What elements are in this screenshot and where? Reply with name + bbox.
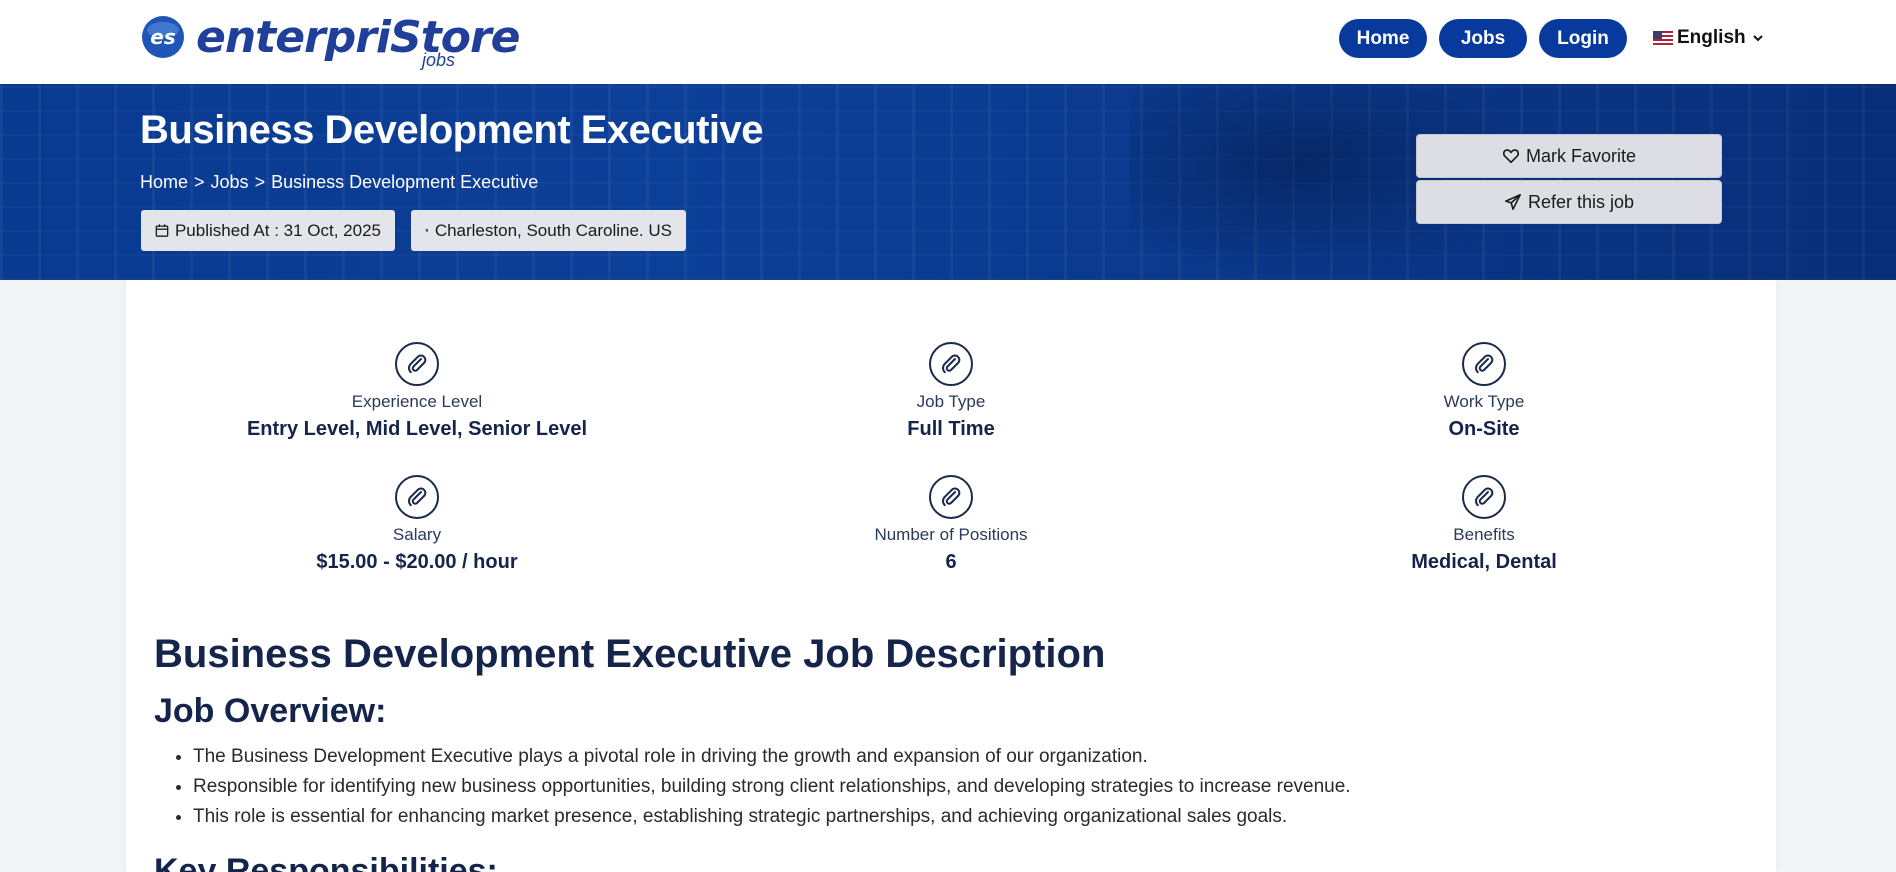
heart-icon xyxy=(1502,149,1520,164)
paper-plane-icon xyxy=(1504,193,1521,211)
location-badge: Charleston, South Caroline. US xyxy=(411,210,686,251)
attribute-value: On-Site xyxy=(1448,418,1520,440)
attribute-value: 6 xyxy=(945,551,957,573)
breadcrumb-separator: > xyxy=(254,172,266,192)
breadcrumb-current: Business Development Executive xyxy=(271,172,539,192)
brand-subtitle: jobs xyxy=(422,50,456,70)
attribute-job-type: Job Type Full Time xyxy=(751,342,1151,441)
attribute-value: Full Time xyxy=(907,418,995,440)
list-item: This role is essential for enhancing mar… xyxy=(193,804,1351,834)
paperclip-icon xyxy=(929,342,973,386)
map-pin-icon xyxy=(425,228,429,233)
language-selector[interactable]: English xyxy=(1653,27,1764,49)
paperclip-icon xyxy=(929,475,973,519)
breadcrumb: Home > Jobs > Business Development Execu… xyxy=(140,172,538,193)
attribute-label: Job Type xyxy=(916,392,986,411)
language-label: English xyxy=(1677,27,1746,48)
nav-login-button[interactable]: Login xyxy=(1539,19,1627,58)
mark-favorite-button[interactable]: Mark Favorite xyxy=(1416,134,1722,178)
breadcrumb-separator: > xyxy=(194,172,205,192)
refer-job-button[interactable]: Refer this job xyxy=(1416,180,1722,224)
attribute-number-of-positions: Number of Positions 6 xyxy=(751,475,1151,574)
job-description-heading: Business Development Executive Job Descr… xyxy=(154,632,1106,676)
paperclip-icon xyxy=(395,475,439,519)
attribute-label: Benefits xyxy=(1453,525,1515,544)
attribute-value: $15.00 - $20.00 / hour xyxy=(316,551,518,573)
list-item: Responsible for identifying new business… xyxy=(193,774,1351,804)
top-navbar: es enterpriStore jobs Home Jobs Login En… xyxy=(0,0,1896,84)
key-responsibilities-heading: Key Responsibilities: xyxy=(154,852,498,872)
attribute-label: Number of Positions xyxy=(874,525,1028,544)
calendar-icon xyxy=(155,224,169,237)
breadcrumb-home-link[interactable]: Home xyxy=(140,172,188,193)
mark-favorite-label: Mark Favorite xyxy=(1525,145,1637,166)
paperclip-icon xyxy=(395,342,439,386)
refer-job-label: Refer this job xyxy=(1527,191,1635,212)
attribute-label: Work Type xyxy=(1443,392,1525,411)
us-flag-icon xyxy=(1653,31,1673,45)
paperclip-icon xyxy=(1462,342,1506,386)
attribute-work-type: Work Type On-Site xyxy=(1284,342,1684,441)
brand-logo[interactable]: es enterpriStore jobs xyxy=(140,12,521,70)
attribute-benefits: Benefits Medical, Dental xyxy=(1284,475,1684,574)
attribute-value: Entry Level, Mid Level, Senior Level xyxy=(246,418,588,440)
paperclip-icon xyxy=(1462,475,1506,519)
es-logo-icon: es xyxy=(142,16,184,58)
nav-home-button[interactable]: Home xyxy=(1339,19,1427,58)
attribute-label: Experience Level xyxy=(351,392,483,411)
brand-name: enterpriStore xyxy=(196,12,521,63)
location-text: Charleston, South Caroline. US xyxy=(434,220,672,240)
published-date-text: Published At : 31 Oct, 2025 xyxy=(174,220,381,240)
chevron-down-icon xyxy=(1752,35,1763,42)
attribute-salary: Salary $15.00 - $20.00 / hour xyxy=(217,475,617,574)
attribute-value: Medical, Dental xyxy=(1411,551,1557,573)
attribute-label: Salary xyxy=(392,525,442,544)
job-overview-list: The Business Development Executive plays… xyxy=(193,744,1351,834)
page-title: Business Development Executive xyxy=(140,108,764,152)
job-overview-heading: Job Overview: xyxy=(154,692,387,730)
breadcrumb-jobs-link[interactable]: Jobs xyxy=(211,172,249,193)
svg-text:es: es xyxy=(150,25,176,49)
attribute-experience-level: Experience Level Entry Level, Mid Level,… xyxy=(217,342,617,441)
list-item: The Business Development Executive plays… xyxy=(193,744,1351,774)
nav-jobs-button[interactable]: Jobs xyxy=(1439,19,1527,58)
published-date-badge: Published At : 31 Oct, 2025 xyxy=(141,210,395,251)
